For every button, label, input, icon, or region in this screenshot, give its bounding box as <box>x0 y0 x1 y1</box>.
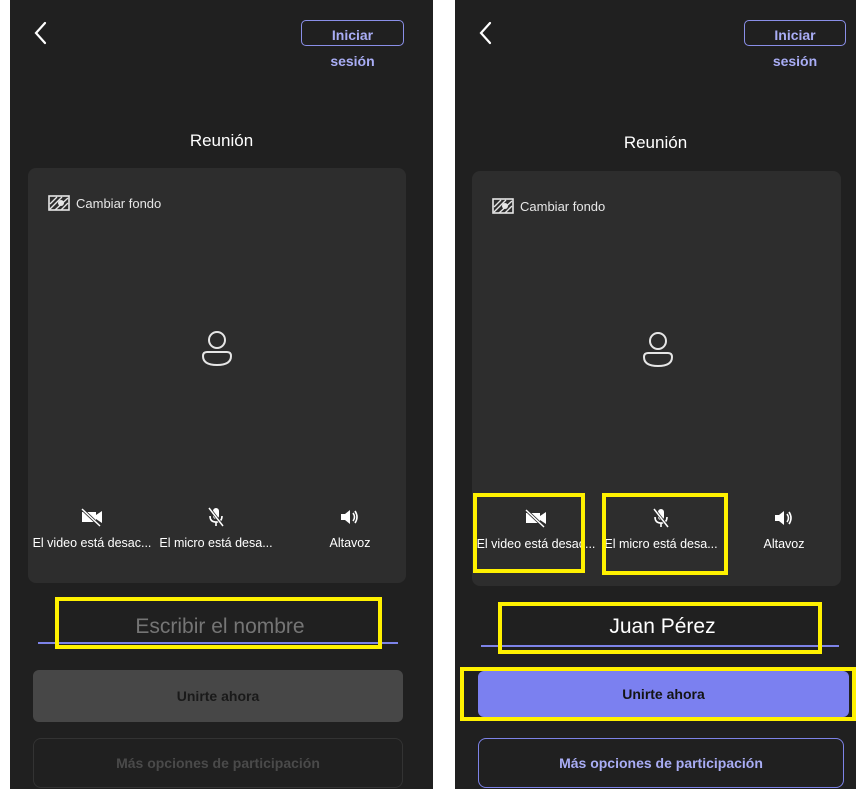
speaker-icon <box>341 510 358 524</box>
highlight-mic-toggle <box>602 493 728 575</box>
right-screen: Iniciar sesión Reunión Cambiar fondo El … <box>455 0 856 789</box>
video-off-icon <box>80 507 102 527</box>
change-background-icon <box>48 195 70 211</box>
person-avatar-icon <box>642 332 674 368</box>
highlight-join-button <box>460 667 856 721</box>
back-chevron-icon[interactable] <box>477 20 495 46</box>
change-background-label: Cambiar fondo <box>520 198 606 214</box>
speaker-toggle[interactable]: Altavoz <box>709 507 856 551</box>
join-now-button[interactable]: Unirte ahora <box>33 670 403 722</box>
back-chevron-icon[interactable] <box>32 20 50 46</box>
highlight-video-toggle <box>473 493 585 573</box>
change-background-label: Cambiar fondo <box>76 195 162 211</box>
page-title: Reunión <box>623 133 688 152</box>
person-avatar-icon <box>201 331 233 367</box>
more-join-options-button[interactable]: Más opciones de participación <box>478 738 844 788</box>
page-title: Reunión <box>189 131 254 150</box>
highlight-name-input <box>55 597 382 649</box>
mic-toggle[interactable]: El micro está desa... <box>141 506 291 550</box>
sign-in-button[interactable]: Iniciar sesión <box>301 20 404 69</box>
speaker-toggle[interactable]: Altavoz <box>275 506 425 550</box>
more-join-options-button[interactable]: Más opciones de participación <box>33 738 403 788</box>
change-background-button[interactable]: Cambiar fondo <box>48 194 161 212</box>
speaker-label: Altavoz <box>763 537 805 551</box>
mic-status-label: El micro está desa... <box>159 536 273 550</box>
highlight-name-input <box>498 602 822 654</box>
speaker-icon <box>775 511 792 525</box>
mic-off-icon <box>207 507 225 527</box>
sign-in-button[interactable]: Iniciar sesión <box>744 20 846 69</box>
left-screen: Iniciar sesión Reunión Cambiar fondo El … <box>10 0 433 789</box>
video-preview: Cambiar fondo El video está desac... El … <box>28 168 406 583</box>
speaker-label: Altavoz <box>329 536 371 550</box>
change-background-button[interactable]: Cambiar fondo <box>492 197 605 215</box>
change-background-icon <box>492 198 514 214</box>
